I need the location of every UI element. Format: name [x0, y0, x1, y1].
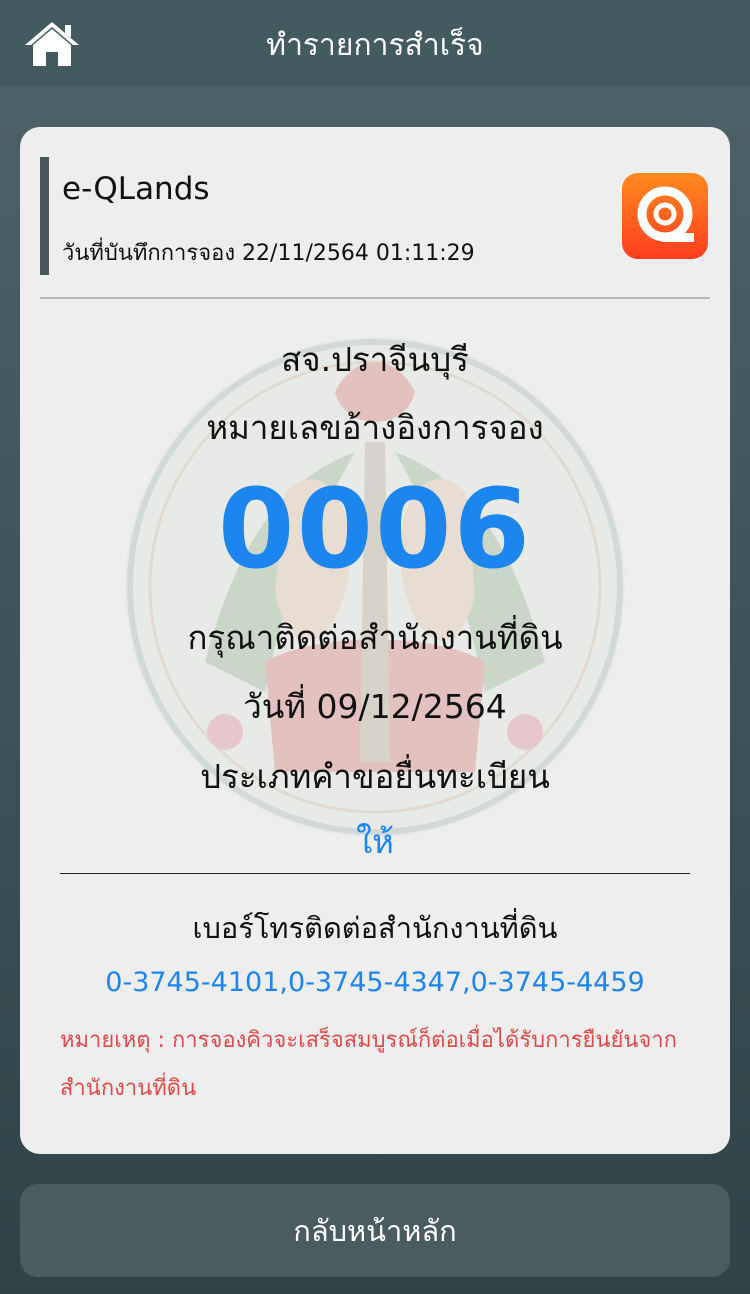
reference-label: หมายเลขอ้างอิงการจอง [206, 408, 544, 447]
request-type-label: ประเภทคำขอยื่นทะเบียน [200, 757, 550, 796]
queue-number: 0006 [217, 465, 533, 593]
phone-label: เบอร์โทรติดต่อสำนักงานที่ดิน [192, 911, 558, 945]
note-text: หมายเหตุ : การจองคิวจะเสร็จสมบูรณ์ก็ต่อเ… [60, 1028, 677, 1101]
booking-card: e-QLands วันที่บันทึกการจอง 22/11/2564 0… [20, 127, 730, 1154]
office-name: สจ.ปราจีนบุรี [281, 340, 469, 379]
back-to-home-button[interactable]: กลับหน้าหลัก [20, 1184, 730, 1277]
app-name: e-QLands [62, 171, 210, 207]
appointment-date: วันที่ 09/12/2564 [243, 687, 507, 726]
accent-bar [40, 157, 49, 275]
request-type-value: ให้ [356, 822, 394, 861]
eqlands-logo-icon [622, 173, 708, 259]
page-title: ทำรายการสำเร็จ [266, 28, 484, 63]
section-divider [60, 873, 690, 874]
header-bar: ทำรายการสำเร็จ [0, 0, 750, 86]
phone-numbers-link[interactable]: 0-3745-4101,0-3745-4347,0-3745-4459 [20, 967, 730, 998]
top-divider [40, 297, 710, 299]
booking-timestamp: วันที่บันทึกการจอง 22/11/2564 01:11:29 [62, 241, 475, 266]
contact-office-text: กรุณาติดต่อสำนักงานที่ดิน [187, 618, 563, 657]
